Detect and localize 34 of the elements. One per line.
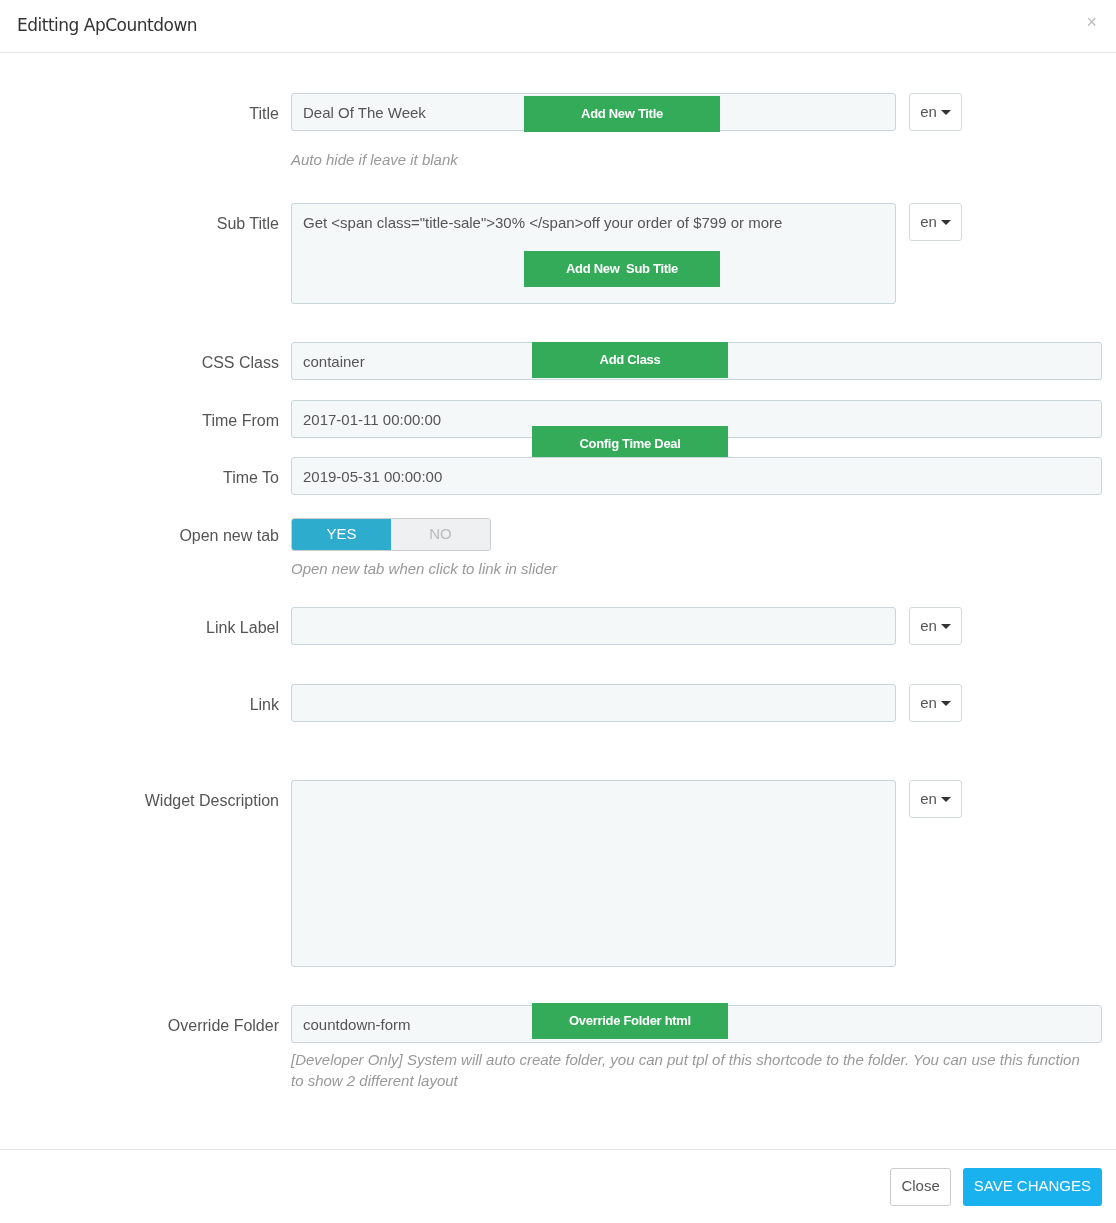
- help-text: Open new tab when click to link in slider: [291, 559, 559, 579]
- language-dropdown[interactable]: en: [909, 607, 962, 645]
- field-label: Sub Title: [216, 214, 279, 234]
- help-text: [Developer Only] System will auto create folder, you can put tpl of this shortcode to the folder. You can use this function to show 2 different layout: [291, 1050, 1081, 1091]
- text-area[interactable]: [291, 780, 896, 967]
- close-button[interactable]: Close: [890, 1167, 951, 1206]
- caret-icon: [940, 796, 951, 802]
- language-dropdown[interactable]: en: [909, 203, 962, 241]
- modal-title: Editting ApCountdown: [17, 14, 198, 38]
- annotation-tooltip: Add New Title: [524, 96, 720, 132]
- caret-icon: [940, 700, 951, 706]
- field-label: Widget Description: [144, 791, 279, 811]
- text-field[interactable]: [291, 684, 896, 722]
- annotation-tooltip: Add New Sub Title: [524, 251, 720, 287]
- field-label: Time To: [223, 468, 279, 488]
- help-text: Auto hide if leave it blank: [291, 150, 459, 170]
- caret-icon: [940, 623, 951, 629]
- field-label: Open new tab: [179, 526, 279, 546]
- language-dropdown[interactable]: en: [909, 93, 962, 131]
- field-label: Override Folder: [167, 1016, 279, 1036]
- annotation-tooltip: Override Folder html: [532, 1003, 728, 1039]
- field-label: Title: [249, 104, 279, 124]
- field-label: Link Label: [206, 618, 279, 638]
- language-dropdown[interactable]: en: [909, 780, 962, 818]
- field-label: Link: [249, 695, 279, 715]
- text-field[interactable]: 2019-05-31 00:00:00: [291, 457, 1102, 495]
- field-label: CSS Class: [201, 353, 279, 373]
- text-field[interactable]: [291, 607, 896, 645]
- text-field[interactable]: 2017-01-11 00:00:00: [291, 400, 1102, 438]
- field-label: Time From: [202, 411, 279, 431]
- caret-icon: [940, 109, 951, 115]
- annotation-tooltip: Add Class: [532, 342, 728, 378]
- language-dropdown[interactable]: en: [909, 684, 962, 722]
- caret-icon: [940, 219, 951, 225]
